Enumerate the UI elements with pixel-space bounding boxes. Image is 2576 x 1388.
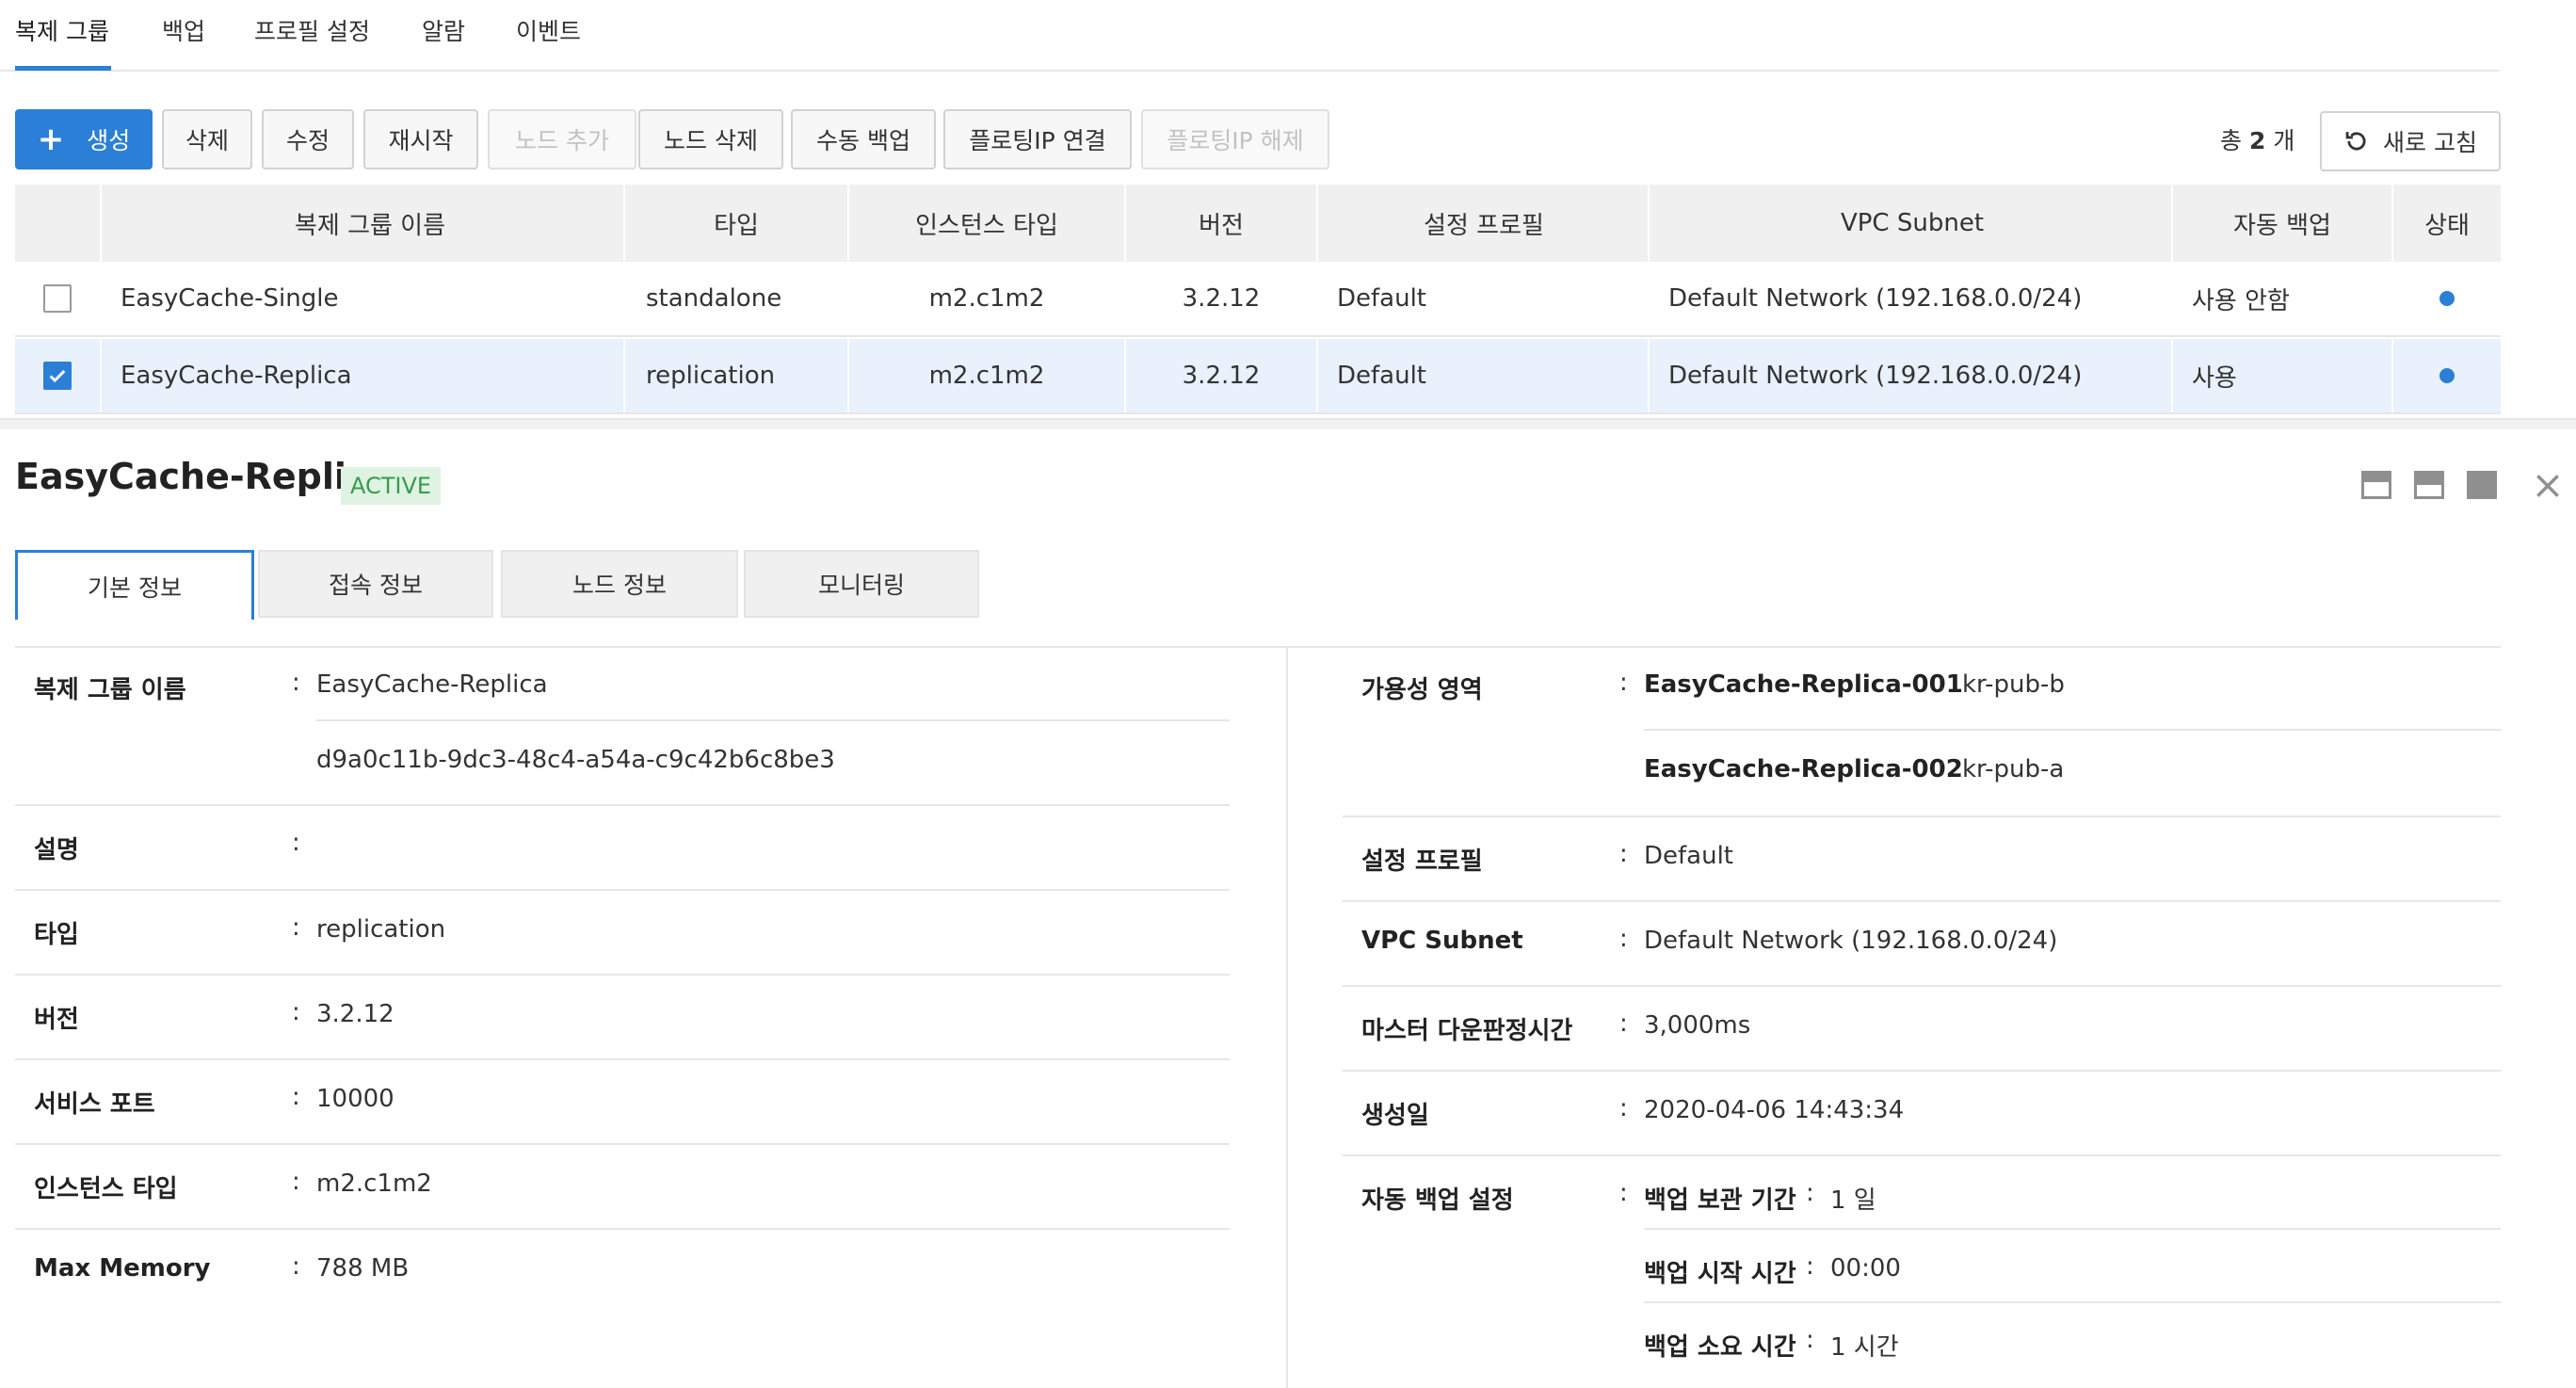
profile-value: Default (1644, 842, 1733, 870)
cell-version: 3.2.12 (1182, 362, 1261, 390)
col-version[interactable]: 버전 (1126, 185, 1316, 262)
cell-type: standalone (646, 284, 782, 313)
group-name-value: EasyCache-Replica (316, 670, 548, 699)
restart-button[interactable]: 재시작 (363, 109, 478, 169)
status-indicator (2439, 291, 2455, 306)
row-checkbox[interactable] (43, 284, 72, 313)
type-value: replication (316, 915, 446, 944)
table-row[interactable]: EasyCache-Single standalone m2.c1m2 3.2.… (15, 262, 2501, 337)
panel-divider[interactable] (0, 418, 2576, 429)
col-instance-type[interactable]: 인스턴스 타입 (849, 185, 1124, 262)
delete-button[interactable]: 삭제 (162, 109, 252, 169)
cell-version: 3.2.12 (1182, 284, 1261, 313)
kv-type: 타입 : replication (15, 891, 1230, 976)
kv-service-port: 서비스 포트 : 10000 (15, 1060, 1230, 1145)
max-memory-value: 788 MB (316, 1254, 410, 1283)
created-value: 2020-04-06 14:43:34 (1644, 1096, 1905, 1124)
plus-icon: + (37, 121, 65, 158)
edit-button[interactable]: 수정 (262, 109, 354, 169)
backup-start-label: 백업 시작 시간 (1644, 1260, 1796, 1288)
tab-profile-settings[interactable]: 프로필 설정 (254, 13, 370, 47)
detail-title: EasyCache-Replica (15, 456, 393, 497)
detach-floating-ip-button[interactable]: 플로팅IP 해제 (1141, 109, 1329, 169)
active-tab-indicator (15, 66, 111, 71)
kv-instance-type: 인스턴스 타입 : m2.c1m2 (15, 1145, 1230, 1230)
version-value: 3.2.12 (316, 1000, 394, 1028)
kv-vpc-subnet: VPC Subnet : Default Network (192.168.0.… (1343, 902, 2501, 987)
tab-node-info[interactable]: 노드 정보 (501, 550, 738, 618)
group-id-value: d9a0c11b-9dc3-48c4-a54a-c9c42b6c8be3 (316, 746, 835, 774)
az-zone-1: kr-pub-b (1962, 670, 2065, 699)
col-vpc-subnet[interactable]: VPC Subnet (1650, 185, 2175, 262)
cell-name: EasyCache-Replica (121, 362, 352, 390)
status-badge: ACTIVE (341, 467, 442, 505)
instance-type-value: m2.c1m2 (316, 1170, 432, 1198)
cell-auto-backup: 사용 (2192, 363, 2237, 393)
close-icon[interactable] (2533, 471, 2563, 501)
add-node-button[interactable]: 노드 추가 (488, 109, 636, 169)
kv-availability-zone: 가용성 영역 : EasyCache-Replica-001 : kr-pub-… (1343, 648, 2501, 817)
backup-duration-value: 1 시간 (1830, 1333, 1899, 1362)
total-count: 총 2 개 (2220, 127, 2295, 154)
col-status[interactable]: 상태 (2393, 185, 2501, 262)
subnet-value: Default Network (192.168.0.0/24) (1644, 927, 2058, 955)
create-label: 생성 (87, 127, 131, 154)
delete-node-button[interactable]: 노드 삭제 (638, 109, 783, 169)
kv-max-memory: Max Memory : 788 MB (34, 1252, 410, 1283)
kv-master-down-time: 마스터 다운판정시간 : 3,000ms (1343, 987, 2501, 1072)
tab-connection-info[interactable]: 접속 정보 (258, 550, 493, 618)
cell-profile: Default (1337, 362, 1426, 390)
cell-type: replication (646, 362, 776, 390)
col-type[interactable]: 타입 (625, 185, 847, 262)
refresh-button[interactable]: 새로 고침 (2320, 111, 2501, 171)
create-button[interactable]: + 생성 (15, 109, 153, 169)
az-node-2: EasyCache-Replica-002 (1644, 755, 1963, 783)
col-profile[interactable]: 설정 프로필 (1318, 185, 1650, 262)
refresh-label: 새로 고침 (2383, 129, 2477, 156)
attach-floating-ip-button[interactable]: 플로팅IP 연결 (943, 109, 1132, 169)
cell-name: EasyCache-Single (121, 284, 339, 313)
backup-duration-label: 백업 소요 시간 (1644, 1333, 1796, 1362)
check-icon (49, 369, 66, 383)
cell-instance-type: m2.c1m2 (928, 284, 1045, 313)
master-down-time-value: 3,000ms (1644, 1011, 1751, 1040)
tab-monitoring[interactable]: 모니터링 (744, 550, 979, 618)
az-zone-2: kr-pub-a (1962, 755, 2065, 783)
cell-auto-backup: 사용 안함 (2192, 286, 2290, 315)
kv-version: 버전 : 3.2.12 (15, 976, 1230, 1060)
tab-backup[interactable]: 백업 (162, 13, 205, 47)
kv-description: 설명 : (15, 806, 1230, 891)
tab-alarm[interactable]: 알람 (422, 13, 465, 47)
az-node-1: EasyCache-Replica-001 (1644, 670, 1963, 699)
table-header: 복제 그룹 이름 타입 인스턴스 타입 버전 설정 프로필 VPC Subnet… (15, 185, 2501, 262)
status-indicator (2439, 368, 2455, 383)
kv-auto-backup: 자동 백업 설정 : 백업 보관 기간 : 1 일 백업 시작 시간 : 00:… (1343, 1156, 2501, 1382)
kv-group-name: 복제 그룹 이름 : EasyCache-Replica d9a0c11b-9d… (15, 648, 1230, 806)
cell-subnet: Default Network (192.168.0.0/24) (1668, 284, 2083, 313)
dock-top-icon[interactable] (2361, 471, 2391, 499)
backup-retention-value: 1 일 (1830, 1186, 1876, 1215)
dock-half-icon[interactable] (2414, 471, 2444, 499)
row-checkbox[interactable] (43, 362, 72, 390)
kv-profile: 설정 프로필 : Default (1343, 817, 2501, 902)
port-value: 10000 (316, 1085, 394, 1113)
backup-retention-label: 백업 보관 기간 (1644, 1186, 1796, 1215)
tab-basic-info[interactable]: 기본 정보 (15, 550, 254, 620)
col-name[interactable]: 복제 그룹 이름 (102, 185, 638, 262)
cell-profile: Default (1337, 284, 1426, 313)
col-auto-backup[interactable]: 자동 백업 (2173, 185, 2391, 262)
backup-start-value: 00:00 (1830, 1254, 1901, 1283)
manual-backup-button[interactable]: 수동 백업 (791, 109, 936, 169)
kv-created: 생성일 : 2020-04-06 14:43:34 (1343, 1072, 2501, 1156)
dock-full-icon[interactable] (2467, 471, 2497, 499)
table-row[interactable]: EasyCache-Replica replication m2.c1m2 3.… (15, 339, 2501, 414)
cell-instance-type: m2.c1m2 (928, 362, 1045, 390)
refresh-icon (2345, 132, 2366, 151)
tab-event[interactable]: 이벤트 (516, 13, 581, 47)
top-tab-bar: 복제 그룹 백업 프로필 설정 알람 이벤트 (0, 0, 2500, 72)
cell-subnet: Default Network (192.168.0.0/24) (1668, 362, 2083, 390)
tab-replication-group[interactable]: 복제 그룹 (15, 13, 109, 47)
